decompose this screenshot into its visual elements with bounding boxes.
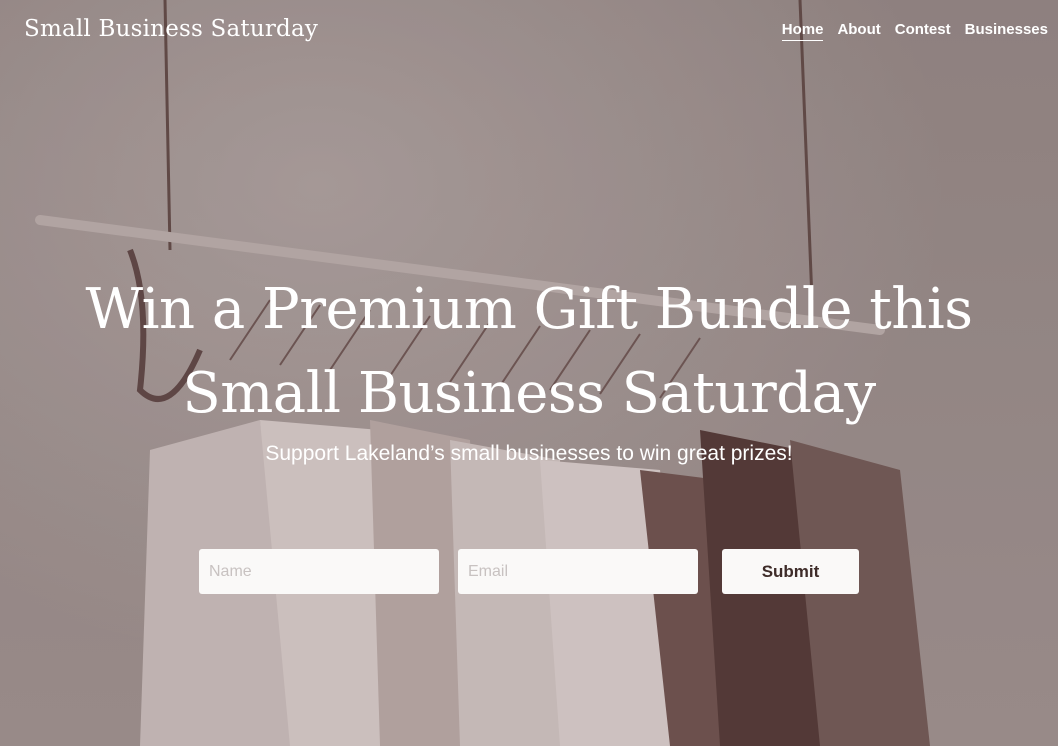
- name-input[interactable]: [199, 549, 439, 594]
- site-title[interactable]: Small Business Saturday: [24, 16, 318, 42]
- hero-subheading: Support Lakeland’s small businesses to w…: [265, 442, 793, 465]
- contest-signup-form: Submit: [199, 549, 859, 594]
- main-nav: Home About Contest Businesses: [781, 21, 1048, 41]
- nav-businesses-link[interactable]: Businesses: [965, 21, 1048, 41]
- nav-home-link[interactable]: Home: [781, 21, 824, 41]
- hero-heading: Win a Premium Gift Bundle this Small Bus…: [60, 268, 998, 436]
- nav-about-link[interactable]: About: [837, 21, 880, 41]
- email-input[interactable]: [458, 549, 698, 594]
- hero-heading-line-1: Win a Premium Gift Bundle this: [85, 277, 974, 342]
- nav-contest-link[interactable]: Contest: [895, 21, 951, 41]
- submit-button[interactable]: Submit: [722, 549, 859, 594]
- hero-heading-line-2: Small Business Saturday: [182, 361, 876, 426]
